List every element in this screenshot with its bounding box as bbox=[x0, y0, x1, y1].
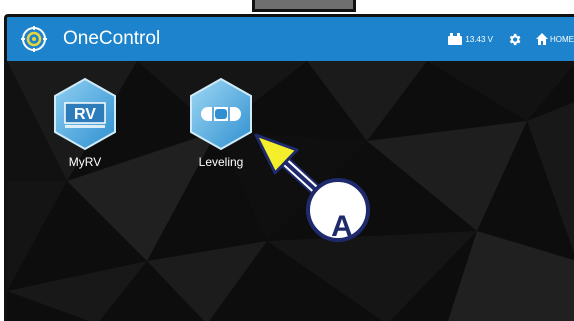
callout-arrow bbox=[254, 133, 370, 242]
callout-label: A bbox=[331, 210, 353, 243]
top-tab bbox=[252, 0, 356, 12]
device-screen: OneControl 13.43 V HOME RV MyRV Leveling… bbox=[4, 14, 574, 321]
